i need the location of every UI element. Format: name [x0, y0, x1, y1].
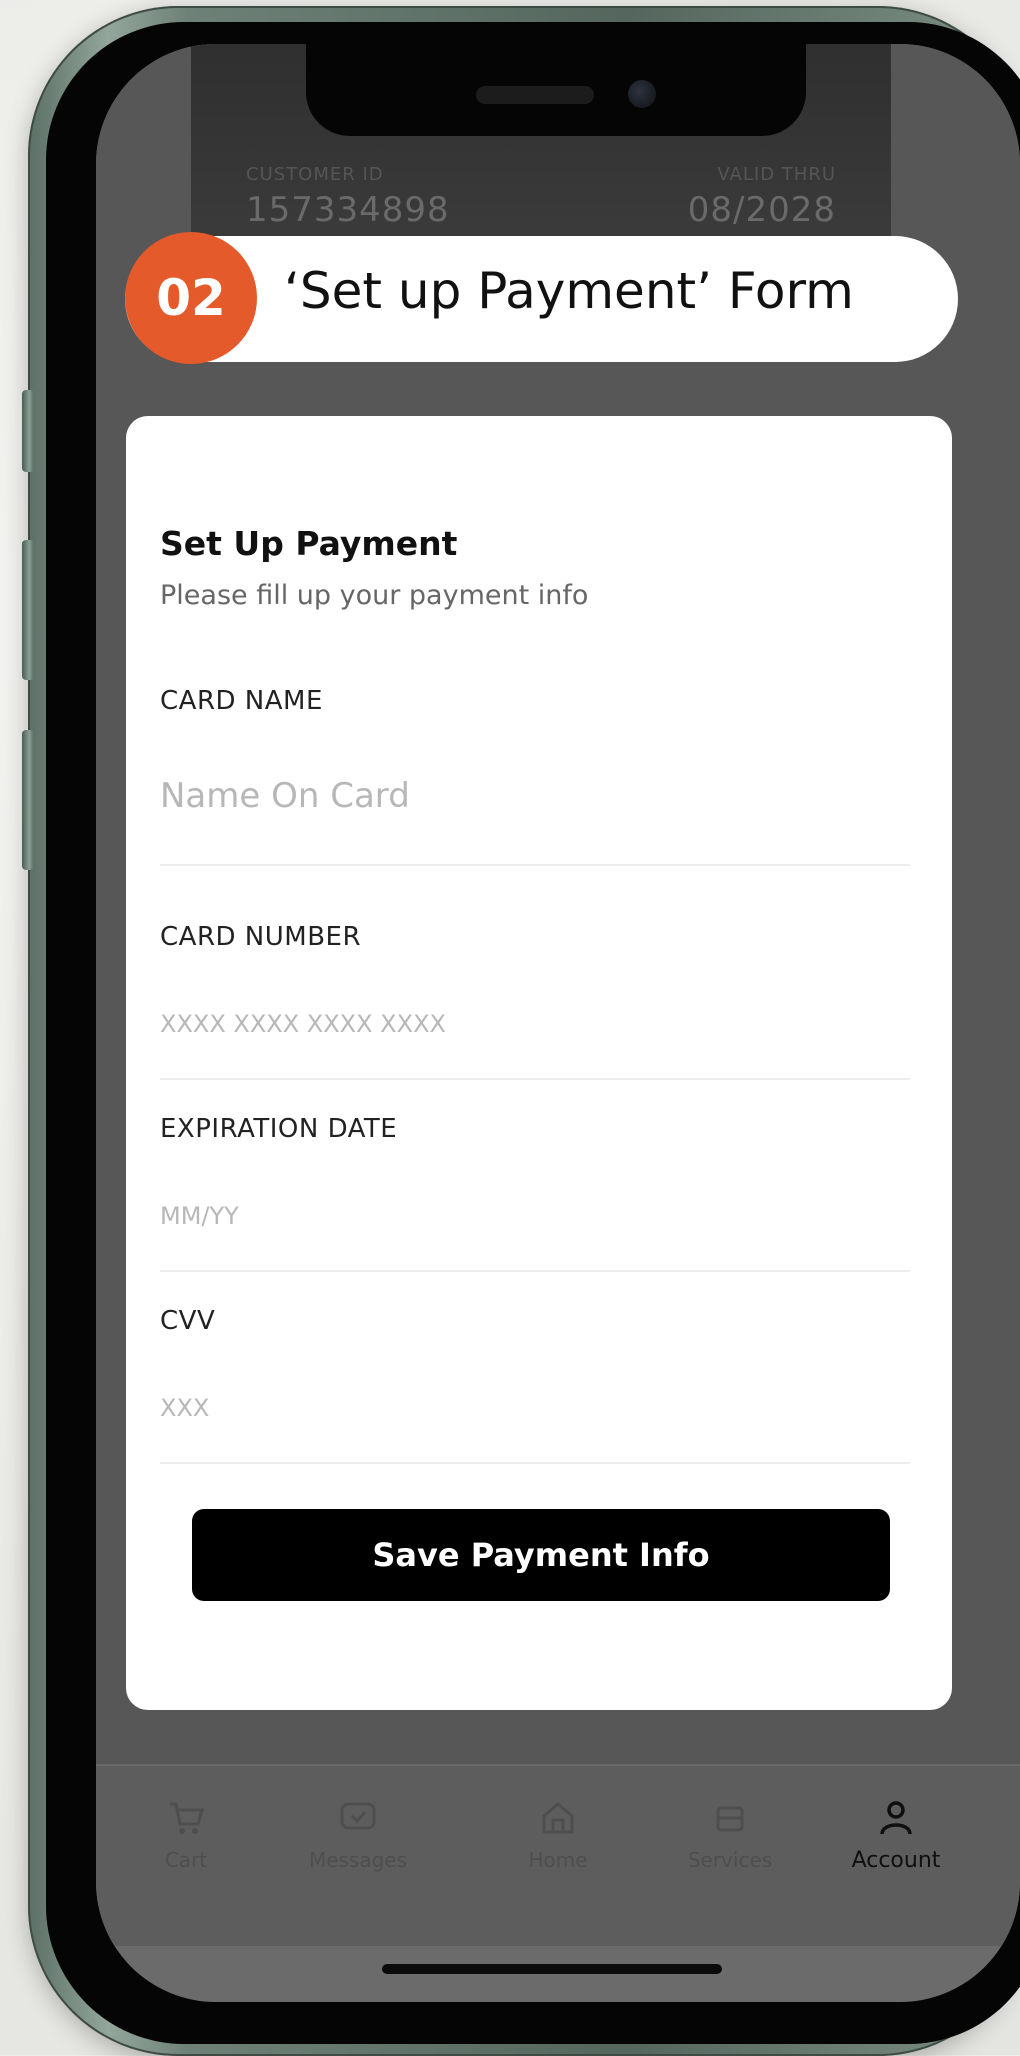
step-title: ‘Set up Payment’ Form — [284, 262, 854, 320]
mute-switch — [22, 390, 34, 472]
home-indicator[interactable] — [382, 1964, 722, 1974]
card-number-label: CARD NUMBER — [160, 922, 362, 952]
cvv-input[interactable] — [160, 1394, 910, 1422]
tab-label: Home — [528, 1848, 588, 1872]
earpiece-speaker — [476, 86, 594, 104]
valid-thru-label: VALID THRU — [717, 164, 836, 185]
tab-messages[interactable]: Messages — [278, 1796, 438, 1872]
expiration-date-label: EXPIRATION DATE — [160, 1114, 398, 1144]
form-subtitle: Please fill up your payment info — [160, 580, 589, 611]
volume-up-button — [22, 540, 34, 680]
cvv-label: CVV — [160, 1306, 216, 1336]
payment-form-card: Set Up Payment Please fill up your payme… — [126, 416, 952, 1710]
tab-account[interactable]: Account — [816, 1796, 976, 1873]
save-payment-info-button[interactable]: Save Payment Info — [192, 1509, 890, 1601]
home-icon — [542, 1802, 574, 1834]
tab-label: Messages — [308, 1848, 408, 1872]
message-icon — [340, 1802, 376, 1830]
step-number-badge: 02 — [125, 232, 257, 364]
card-name-label: CARD NAME — [160, 686, 323, 716]
services-icon — [716, 1806, 744, 1832]
notch — [306, 44, 806, 136]
divider — [160, 864, 910, 866]
expiration-date-input[interactable] — [160, 1202, 910, 1230]
tab-bar: Cart Messages Home Services Account — [96, 1766, 1020, 1946]
tab-label: Account — [851, 1848, 941, 1873]
customer-id-label: CUSTOMER ID — [246, 164, 384, 185]
tab-cart[interactable]: Cart — [106, 1796, 266, 1872]
tab-home[interactable]: Home — [478, 1796, 638, 1872]
form-title: Set Up Payment — [160, 524, 458, 563]
tab-label: Services — [687, 1848, 773, 1872]
volume-down-button — [22, 730, 34, 870]
divider — [160, 1462, 910, 1464]
divider — [160, 1270, 910, 1272]
user-icon — [880, 1801, 912, 1835]
card-number-input[interactable] — [160, 1010, 910, 1038]
tab-services[interactable]: Services — [650, 1796, 810, 1872]
divider — [160, 1078, 910, 1080]
card-name-input[interactable] — [160, 776, 910, 816]
valid-thru-value: 08/2028 — [687, 190, 836, 230]
tab-label: Cart — [164, 1848, 208, 1872]
cart-icon — [170, 1802, 204, 1834]
front-camera-icon — [628, 80, 656, 108]
customer-id-value: 157334898 — [246, 190, 450, 230]
